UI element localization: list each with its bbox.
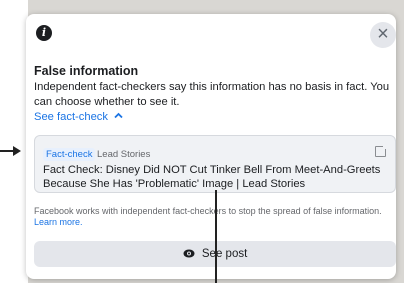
- annotation-arrow: [0, 145, 22, 157]
- footer-text: Facebook works with independent fact-che…: [34, 206, 382, 216]
- info-icon: i: [36, 25, 52, 41]
- false-information-dialog: i × False information Independent fact-c…: [26, 14, 396, 279]
- learn-more-link[interactable]: Learn more.: [34, 217, 83, 227]
- eye-icon: [183, 249, 195, 258]
- external-link-icon[interactable]: [375, 145, 387, 157]
- see-fact-check-link[interactable]: See fact-check: [34, 111, 123, 123]
- page-background: [0, 0, 28, 283]
- annotation-pointer-line: [215, 190, 217, 283]
- see-fact-check-label: See fact-check: [34, 111, 108, 123]
- dialog-description: Independent fact-checkers say this infor…: [34, 81, 390, 108]
- close-button[interactable]: ×: [370, 22, 396, 48]
- fact-check-source: Lead Stories: [97, 149, 151, 160]
- dialog-title: False information: [34, 64, 139, 78]
- fact-check-headline[interactable]: Fact Check: Disney Did NOT Cut Tinker Be…: [43, 163, 383, 191]
- fact-check-badge: Fact-check: [43, 148, 96, 161]
- fact-check-card[interactable]: Fact-check Lead Stories Fact Check: Disn…: [34, 135, 396, 193]
- chevron-up-icon: [114, 112, 123, 119]
- see-post-label: See post: [201, 248, 248, 260]
